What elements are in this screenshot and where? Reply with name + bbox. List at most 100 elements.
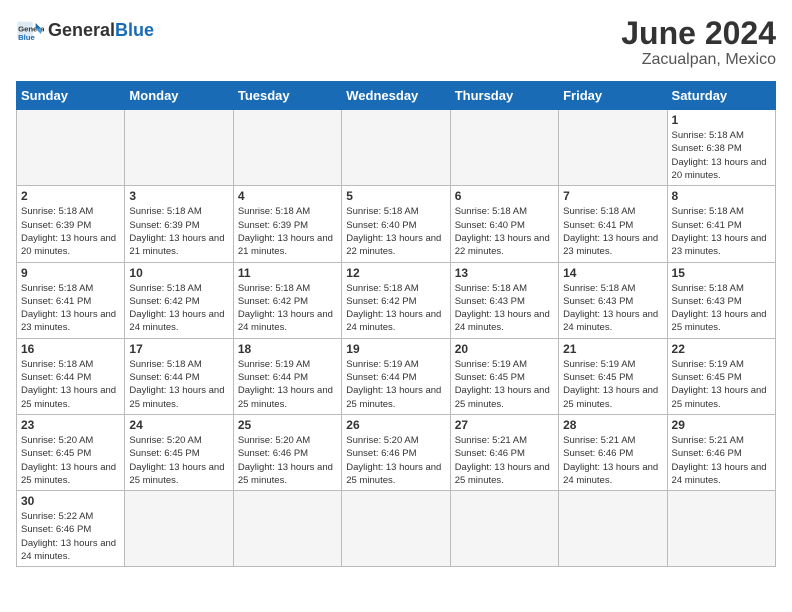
table-row: 21 Sunrise: 5:19 AMSunset: 6:45 PMDayligh…: [559, 338, 667, 414]
day-info: Sunrise: 5:21 AMSunset: 6:46 PMDaylight:…: [672, 434, 771, 487]
table-row: [342, 110, 450, 186]
day-info: Sunrise: 5:20 AMSunset: 6:46 PMDaylight:…: [238, 434, 337, 487]
calendar-header-row: Sunday Monday Tuesday Wednesday Thursday…: [17, 82, 776, 110]
day-info: Sunrise: 5:18 AMSunset: 6:40 PMDaylight:…: [346, 205, 445, 258]
day-number: 28: [563, 418, 662, 432]
day-number: 15: [672, 266, 771, 280]
header: General Blue GeneralBlue June 2024 Zacua…: [16, 16, 776, 69]
day-number: 13: [455, 266, 554, 280]
day-number: 27: [455, 418, 554, 432]
day-info: Sunrise: 5:19 AMSunset: 6:45 PMDaylight:…: [563, 358, 662, 411]
svg-text:Blue: Blue: [18, 33, 35, 42]
day-number: 10: [129, 266, 228, 280]
day-info: Sunrise: 5:21 AMSunset: 6:46 PMDaylight:…: [563, 434, 662, 487]
day-info: Sunrise: 5:18 AMSunset: 6:42 PMDaylight:…: [346, 282, 445, 335]
day-number: 14: [563, 266, 662, 280]
table-row: 10Sunrise: 5:18 AMSunset: 6:42 PMDayligh…: [125, 262, 233, 338]
calendar-week-row: 2Sunrise: 5:18 AMSunset: 6:39 PMDaylight…: [17, 186, 776, 262]
table-row: [125, 491, 233, 567]
day-number: 25: [238, 418, 337, 432]
table-row: 2Sunrise: 5:18 AMSunset: 6:39 PMDaylight…: [17, 186, 125, 262]
table-row: 24 Sunrise: 5:20 AMSunset: 6:45 PMDayligh…: [125, 414, 233, 490]
day-info: Sunrise: 5:19 AMSunset: 6:44 PMDaylight:…: [346, 358, 445, 411]
month-title: June 2024: [621, 16, 776, 51]
table-row: 27Sunrise: 5:21 AMSunset: 6:46 PMDayligh…: [450, 414, 558, 490]
day-number: 18: [238, 342, 337, 356]
table-row: 1Sunrise: 5:18 AMSunset: 6:38 PMDaylight…: [667, 110, 775, 186]
day-number: 16: [21, 342, 120, 356]
day-number: 20: [455, 342, 554, 356]
day-number: 6: [455, 189, 554, 203]
day-info: Sunrise: 5:18 AMSunset: 6:38 PMDaylight:…: [672, 129, 771, 182]
logo-icon: General Blue: [16, 16, 44, 44]
day-info: Sunrise: 5:19 AMSunset: 6:45 PMDaylight:…: [455, 358, 554, 411]
table-row: 3 Sunrise: 5:18 AMSunset: 6:39 PMDaylight…: [125, 186, 233, 262]
col-friday: Friday: [559, 82, 667, 110]
col-thursday: Thursday: [450, 82, 558, 110]
day-number: 4: [238, 189, 337, 203]
day-info: Sunrise: 5:19 AMSunset: 6:44 PMDaylight:…: [238, 358, 337, 411]
day-info: Sunrise: 5:18 AMSunset: 6:43 PMDaylight:…: [563, 282, 662, 335]
day-info: Sunrise: 5:18 AMSunset: 6:41 PMDaylight:…: [563, 205, 662, 258]
table-row: [559, 110, 667, 186]
table-row: 17Sunrise: 5:18 AMSunset: 6:44 PMDayligh…: [125, 338, 233, 414]
table-row: 7 Sunrise: 5:18 AMSunset: 6:41 PMDaylight…: [559, 186, 667, 262]
table-row: 29 Sunrise: 5:21 AMSunset: 6:46 PMDayligh…: [667, 414, 775, 490]
table-row: 19 Sunrise: 5:19 AMSunset: 6:44 PMDayligh…: [342, 338, 450, 414]
table-row: 4 Sunrise: 5:18 AMSunset: 6:39 PMDaylight…: [233, 186, 341, 262]
table-row: [450, 110, 558, 186]
day-info: Sunrise: 5:18 AMSunset: 6:41 PMDaylight:…: [672, 205, 771, 258]
table-row: 26Sunrise: 5:20 AMSunset: 6:46 PMDayligh…: [342, 414, 450, 490]
day-info: Sunrise: 5:18 AMSunset: 6:44 PMDaylight:…: [129, 358, 228, 411]
day-info: Sunrise: 5:18 AMSunset: 6:43 PMDaylight:…: [672, 282, 771, 335]
table-row: 13Sunrise: 5:18 AMSunset: 6:43 PMDayligh…: [450, 262, 558, 338]
day-number: 24: [129, 418, 228, 432]
table-row: 18 Sunrise: 5:19 AMSunset: 6:44 PMDayligh…: [233, 338, 341, 414]
table-row: 22Sunrise: 5:19 AMSunset: 6:45 PMDayligh…: [667, 338, 775, 414]
table-row: [450, 491, 558, 567]
day-number: 8: [672, 189, 771, 203]
logo-blue: Blue: [115, 20, 154, 40]
day-number: 3: [129, 189, 228, 203]
day-number: 22: [672, 342, 771, 356]
table-row: 30 Sunrise: 5:22 AMSunset: 6:46 PMDayligh…: [17, 491, 125, 567]
logo: General Blue GeneralBlue: [16, 16, 154, 44]
table-row: 6Sunrise: 5:18 AMSunset: 6:40 PMDaylight…: [450, 186, 558, 262]
title-block: June 2024 Zacualpan, Mexico: [621, 16, 776, 69]
logo-text: GeneralBlue: [48, 21, 154, 39]
table-row: 16Sunrise: 5:18 AMSunset: 6:44 PMDayligh…: [17, 338, 125, 414]
calendar-week-row: 30 Sunrise: 5:22 AMSunset: 6:46 PMDayligh…: [17, 491, 776, 567]
col-sunday: Sunday: [17, 82, 125, 110]
day-number: 21: [563, 342, 662, 356]
col-tuesday: Tuesday: [233, 82, 341, 110]
day-info: Sunrise: 5:18 AMSunset: 6:41 PMDaylight:…: [21, 282, 120, 335]
table-row: 8 Sunrise: 5:18 AMSunset: 6:41 PMDaylight…: [667, 186, 775, 262]
table-row: 5Sunrise: 5:18 AMSunset: 6:40 PMDaylight…: [342, 186, 450, 262]
day-info: Sunrise: 5:20 AMSunset: 6:45 PMDaylight:…: [21, 434, 120, 487]
day-info: Sunrise: 5:20 AMSunset: 6:45 PMDaylight:…: [129, 434, 228, 487]
calendar-week-row: 23Sunrise: 5:20 AMSunset: 6:45 PMDayligh…: [17, 414, 776, 490]
day-info: Sunrise: 5:22 AMSunset: 6:46 PMDaylight:…: [21, 510, 120, 563]
day-info: Sunrise: 5:18 AMSunset: 6:39 PMDaylight:…: [21, 205, 120, 258]
table-row: 25 Sunrise: 5:20 AMSunset: 6:46 PMDayligh…: [233, 414, 341, 490]
day-number: 26: [346, 418, 445, 432]
day-number: 19: [346, 342, 445, 356]
day-number: 12: [346, 266, 445, 280]
table-row: 20 Sunrise: 5:19 AMSunset: 6:45 PMDayligh…: [450, 338, 558, 414]
table-row: 11Sunrise: 5:18 AMSunset: 6:42 PMDayligh…: [233, 262, 341, 338]
table-row: 9Sunrise: 5:18 AMSunset: 6:41 PMDaylight…: [17, 262, 125, 338]
day-number: 7: [563, 189, 662, 203]
table-row: [667, 491, 775, 567]
logo-general: General: [48, 20, 115, 40]
location-title: Zacualpan, Mexico: [621, 51, 776, 69]
day-number: 30: [21, 494, 120, 508]
day-info: Sunrise: 5:18 AMSunset: 6:39 PMDaylight:…: [129, 205, 228, 258]
table-row: 14 Sunrise: 5:18 AMSunset: 6:43 PMDayligh…: [559, 262, 667, 338]
table-row: [233, 110, 341, 186]
calendar-week-row: 1Sunrise: 5:18 AMSunset: 6:38 PMDaylight…: [17, 110, 776, 186]
calendar-week-row: 16 Sunrise: 5:18 AMSunset: 6:44 PMDayligh…: [17, 338, 776, 414]
day-info: Sunrise: 5:18 AMSunset: 6:42 PMDaylight:…: [238, 282, 337, 335]
table-row: 12 Sunrise: 5:18 AMSunset: 6:42 PMDayligh…: [342, 262, 450, 338]
day-info: Sunrise: 5:18 AMSunset: 6:39 PMDaylight:…: [238, 205, 337, 258]
day-number: 29: [672, 418, 771, 432]
